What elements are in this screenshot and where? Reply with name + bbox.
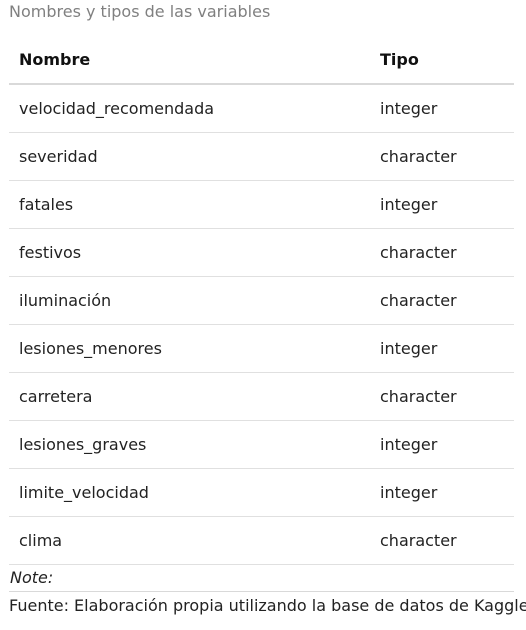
table-row: lesiones_graves integer bbox=[9, 420, 514, 469]
cell-tipo: character bbox=[370, 276, 514, 325]
table-row: clima character bbox=[9, 516, 514, 565]
variables-table: Nombre Tipo velocidad_recomendada intege… bbox=[9, 35, 514, 565]
table-row: lesiones_menores integer bbox=[9, 324, 514, 373]
cell-tipo: character bbox=[370, 228, 514, 277]
table-row: limite_velocidad integer bbox=[9, 468, 514, 517]
cell-tipo: character bbox=[370, 132, 514, 181]
cell-tipo: character bbox=[370, 372, 514, 421]
header-nombre: Nombre bbox=[9, 35, 370, 85]
cell-nombre: carretera bbox=[9, 372, 370, 421]
table-caption: Nombres y tipos de las variables bbox=[9, 2, 271, 21]
cell-nombre: severidad bbox=[9, 132, 370, 181]
cell-nombre: lesiones_menores bbox=[9, 324, 370, 373]
cell-nombre: iluminación bbox=[9, 276, 370, 325]
cell-tipo: integer bbox=[370, 420, 514, 469]
cell-nombre: clima bbox=[9, 516, 370, 565]
table-figure: Nombres y tipos de las variables Nombre … bbox=[0, 0, 526, 630]
cell-nombre: limite_velocidad bbox=[9, 468, 370, 517]
cell-tipo: character bbox=[370, 516, 514, 565]
table-row: iluminación character bbox=[9, 276, 514, 325]
cell-tipo: integer bbox=[370, 84, 514, 133]
table-row: severidad character bbox=[9, 132, 514, 181]
cell-nombre: festivos bbox=[9, 228, 370, 277]
cell-nombre: fatales bbox=[9, 180, 370, 229]
table-source: Fuente: Elaboración propia utilizando la… bbox=[9, 596, 526, 615]
table-header: Nombre Tipo bbox=[9, 35, 514, 85]
header-row: Nombre Tipo bbox=[9, 35, 514, 85]
header-tipo: Tipo bbox=[370, 35, 514, 85]
table-note-label: Note: bbox=[9, 565, 514, 592]
table-row: festivos character bbox=[9, 228, 514, 277]
cell-nombre: velocidad_recomendada bbox=[9, 84, 370, 133]
table-row: velocidad_recomendada integer bbox=[9, 84, 514, 133]
table-row: carretera character bbox=[9, 372, 514, 421]
cell-tipo: integer bbox=[370, 324, 514, 373]
table-body: velocidad_recomendada integer severidad … bbox=[9, 84, 514, 565]
table-row: fatales integer bbox=[9, 180, 514, 229]
cell-tipo: integer bbox=[370, 180, 514, 229]
cell-tipo: integer bbox=[370, 468, 514, 517]
cell-nombre: lesiones_graves bbox=[9, 420, 370, 469]
